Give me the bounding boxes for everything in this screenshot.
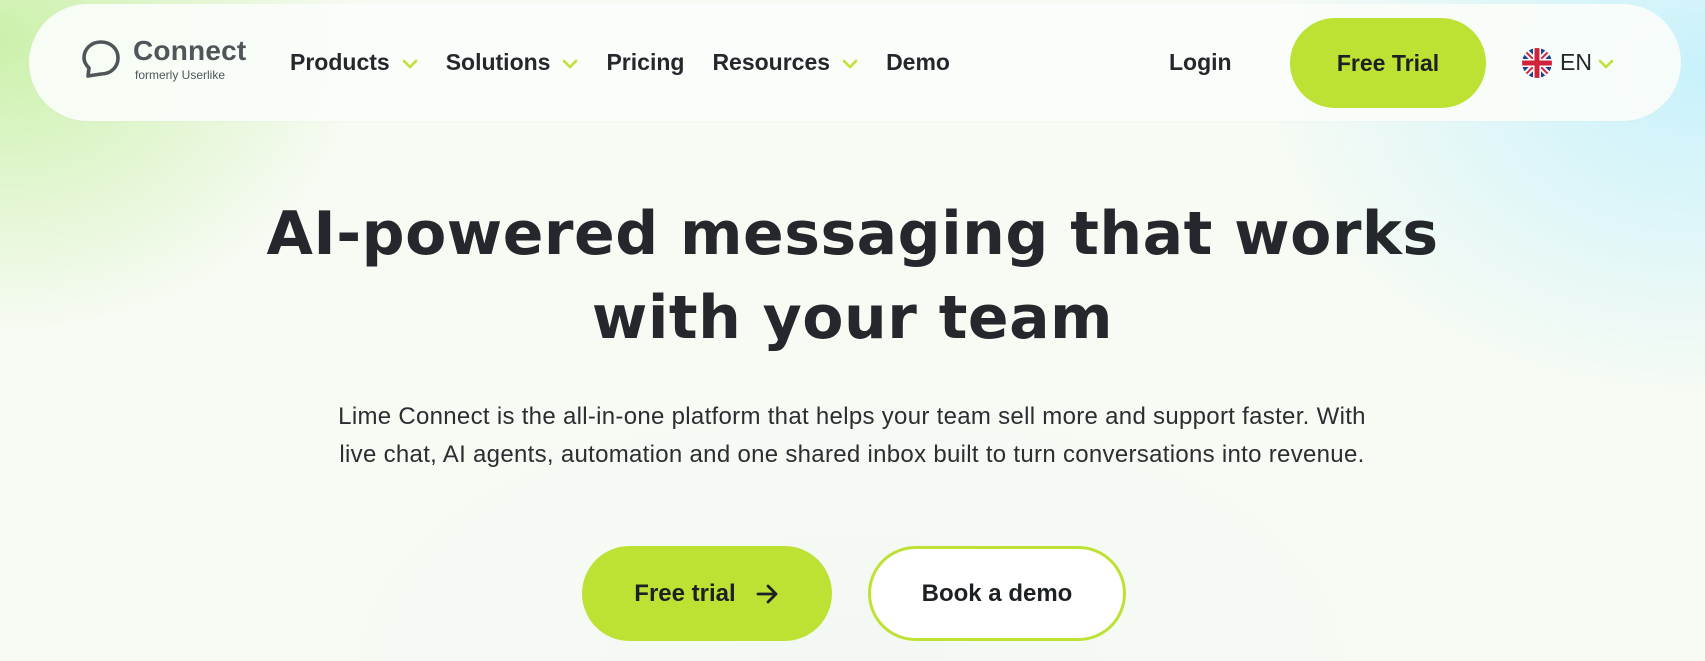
- chat-bubble-icon: [82, 40, 120, 78]
- arrow-right-icon: [756, 584, 778, 603]
- nav-item-pricing[interactable]: Pricing: [606, 49, 684, 76]
- hero-title: AI-powered messaging that works with you…: [0, 192, 1705, 360]
- chevron-down-icon: [842, 59, 858, 68]
- language-selector[interactable]: EN: [1522, 4, 1614, 121]
- top-navbar: Connect formerly Userlike Products Solut…: [29, 4, 1681, 121]
- main-nav: Products Solutions Pricing Resources Dem…: [290, 4, 978, 121]
- hero-title-line-2: with your team: [591, 283, 1114, 353]
- brand-name: Connect: [133, 35, 247, 66]
- nav-item-label: Resources: [712, 49, 831, 75]
- nav-item-label: Solutions: [445, 49, 551, 75]
- uk-flag-icon: [1522, 47, 1552, 78]
- free-trial-cta-label: Free trial: [634, 579, 736, 607]
- hero-subtitle-line-1: Lime Connect is the all-in-one platform …: [338, 403, 1366, 430]
- hero-subtitle-line-2: live chat, AI agents, automation and one…: [339, 441, 1365, 468]
- brand-logo[interactable]: Connect formerly Userlike: [81, 34, 246, 96]
- login-link[interactable]: Login: [1169, 4, 1232, 121]
- chevron-down-icon: [402, 59, 417, 68]
- nav-item-demo[interactable]: Demo: [886, 49, 950, 76]
- brand-text: Connect formerly Userlike: [133, 34, 246, 82]
- free-trial-button[interactable]: Free Trial: [1290, 18, 1486, 108]
- free-trial-cta-button[interactable]: Free trial: [582, 546, 832, 641]
- chevron-down-icon: [1598, 59, 1614, 68]
- language-code: EN: [1560, 49, 1592, 75]
- nav-item-label: Pricing: [606, 49, 685, 75]
- nav-item-label: Products: [290, 49, 390, 75]
- chevron-down-icon: [563, 59, 578, 68]
- nav-item-products[interactable]: Products: [290, 49, 418, 76]
- book-demo-label: Book a demo: [921, 579, 1073, 607]
- nav-item-label: Demo: [886, 49, 950, 75]
- nav-item-solutions[interactable]: Solutions: [446, 49, 579, 76]
- hero-subtitle: Lime Connect is the all-in-one platform …: [232, 398, 1472, 474]
- nav-item-resources[interactable]: Resources: [712, 49, 858, 76]
- hero-title-line-1: AI-powered messaging that works: [266, 199, 1439, 269]
- brand-subtitle: formerly Userlike: [135, 68, 226, 82]
- book-demo-button[interactable]: Book a demo: [868, 546, 1126, 641]
